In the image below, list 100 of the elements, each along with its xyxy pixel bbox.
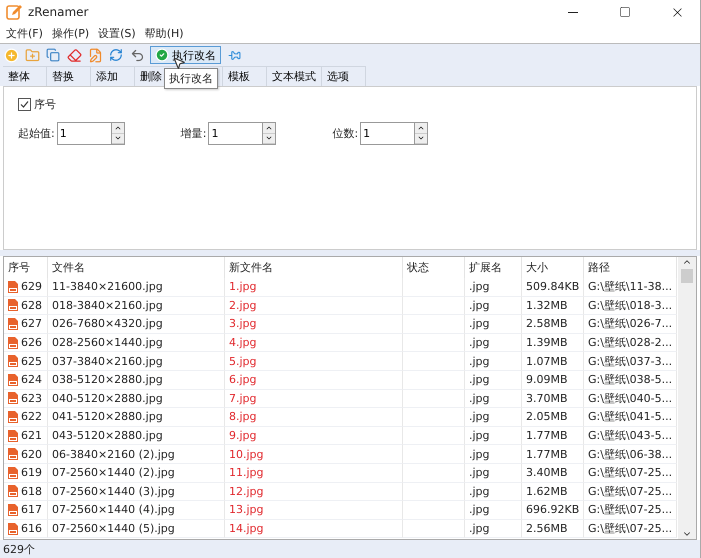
table-cell: 616	[21, 522, 42, 536]
table-cell: G:\壁纸\07-25...	[584, 482, 677, 502]
table-cell: 2.05MB	[522, 408, 584, 427]
table-cell: .jpg	[465, 390, 522, 408]
scroll-thumb[interactable]	[681, 269, 693, 283]
table-cell: G:\壁纸\018-3...	[584, 296, 677, 316]
tab[interactable]: 整体	[3, 66, 47, 86]
table-cell: .jpg	[465, 445, 522, 464]
table-cell: 1.32MB	[522, 296, 584, 316]
table-cell: .jpg	[465, 296, 522, 316]
spin-up-button[interactable]	[112, 123, 124, 134]
table-cell: 1.jpg	[225, 278, 403, 297]
copy-icon[interactable]	[45, 47, 61, 63]
table-cell: 629	[21, 280, 42, 294]
table-cell: 1.77MB	[522, 426, 584, 446]
refresh-icon[interactable]	[108, 47, 124, 63]
table-cell: .jpg	[465, 482, 522, 502]
jpg-file-icon	[7, 466, 19, 479]
jpg-file-icon	[7, 299, 19, 312]
table-cell: G:\壁纸\06-38...	[584, 445, 677, 464]
tab[interactable]: 选项	[322, 66, 366, 86]
table-cell: 1.07MB	[522, 352, 584, 371]
spin-down-button[interactable]	[415, 134, 428, 144]
table-cell: 622	[21, 410, 42, 424]
spin-up-button[interactable]	[415, 123, 428, 134]
tab[interactable]: 替换	[47, 66, 91, 86]
table-cell: G:\壁纸\07-25...	[584, 464, 677, 483]
column-header[interactable]: 状态	[403, 257, 465, 278]
maximize-icon	[619, 6, 631, 18]
tooltip: 执行改名	[164, 68, 218, 89]
column-header[interactable]: 文件名	[48, 257, 225, 278]
number-field[interactable]: 1	[360, 122, 414, 145]
menu-item[interactable]: 文件(F)	[2, 26, 48, 41]
undo-icon[interactable]	[129, 47, 145, 63]
menu-item[interactable]: 帮助(H)	[140, 26, 189, 41]
table-cell: 038-5120×2880.jpg	[48, 370, 225, 390]
field-label: 起始值:	[18, 126, 55, 141]
table-cell: .jpg	[465, 370, 522, 390]
table-cell: 2.56MB	[522, 520, 584, 538]
table-cell: .jpg	[465, 352, 522, 371]
table-cell: 1.77MB	[522, 445, 584, 464]
column-header[interactable]: 序号	[4, 257, 48, 278]
table-cell: 11-3840×21600.jpg	[48, 278, 225, 297]
folder-add-icon[interactable]	[24, 47, 40, 63]
eraser-icon[interactable]	[66, 47, 82, 63]
tab[interactable]: 添加	[91, 66, 135, 86]
number-field[interactable]: 1	[208, 122, 262, 145]
spin-down-button[interactable]	[263, 134, 276, 144]
table-cell: 11.jpg	[225, 464, 403, 483]
table-cell: 9.09MB	[522, 370, 584, 390]
table-cell: 043-5120×2880.jpg	[48, 426, 225, 446]
table-cell: G:\壁纸\07-25...	[584, 501, 677, 520]
jpg-file-icon	[7, 485, 19, 498]
table-cell: G:\壁纸\038-5...	[584, 370, 677, 390]
table-cell: 620	[21, 448, 42, 461]
jpg-file-icon	[7, 336, 19, 349]
number-field[interactable]: 1	[56, 122, 111, 145]
table-cell: 028-2560×1440.jpg	[48, 334, 225, 352]
jpg-file-icon	[7, 392, 19, 404]
table-cell: 625	[21, 354, 42, 368]
menu-item[interactable]: 操作(P)	[48, 26, 94, 41]
column-header[interactable]: 大小	[522, 257, 584, 278]
menu-item[interactable]: 设置(S)	[94, 26, 141, 41]
tab[interactable]: 模板	[223, 66, 267, 86]
table-cell: G:\壁纸\026-7...	[584, 315, 677, 334]
table-cell: G:\壁纸\037-3...	[584, 352, 677, 371]
document-edit-icon[interactable]	[87, 47, 103, 63]
table-cell: 7.jpg	[225, 390, 403, 408]
check-circle-icon	[155, 48, 169, 62]
column-header[interactable]: 路径	[584, 257, 677, 278]
column-header[interactable]: 扩展名	[465, 257, 522, 278]
table-cell: 07-2560×1440 (2).jpg	[48, 464, 225, 483]
table-cell: 14.jpg	[225, 520, 403, 538]
column-header[interactable]: 新文件名	[225, 257, 403, 278]
checkbox[interactable]	[18, 98, 31, 111]
jpg-file-icon	[7, 430, 19, 442]
table-cell: 5.jpg	[225, 352, 403, 371]
jpg-file-icon	[7, 410, 19, 423]
table-cell: G:\壁纸\043-5...	[584, 426, 677, 446]
tab[interactable]: 文本模式	[267, 66, 322, 86]
jpg-file-icon	[7, 280, 19, 293]
table-cell: 1.39MB	[522, 334, 584, 352]
table-cell: 07-2560×1440 (3).jpg	[48, 482, 225, 502]
add-icon[interactable]	[3, 47, 19, 63]
table-cell: 12.jpg	[225, 482, 403, 502]
checkbox-label: 序号	[34, 97, 56, 112]
table-cell: 3.40MB	[522, 464, 584, 483]
spin-up-button[interactable]	[263, 123, 276, 134]
table-cell: .jpg	[465, 278, 522, 297]
table-cell: 618	[21, 484, 42, 498]
table-cell	[403, 520, 465, 538]
jpg-file-icon	[7, 504, 19, 516]
jpg-file-icon	[7, 355, 19, 368]
table-cell: 624	[21, 373, 42, 386]
status-text: 629个	[3, 542, 35, 556]
table-cell: 4.jpg	[225, 334, 403, 352]
spin-down-button[interactable]	[112, 134, 124, 144]
table-cell: .jpg	[465, 501, 522, 520]
table-cell: 619	[21, 466, 42, 480]
table-cell: G:\壁纸\041-5...	[584, 408, 677, 427]
